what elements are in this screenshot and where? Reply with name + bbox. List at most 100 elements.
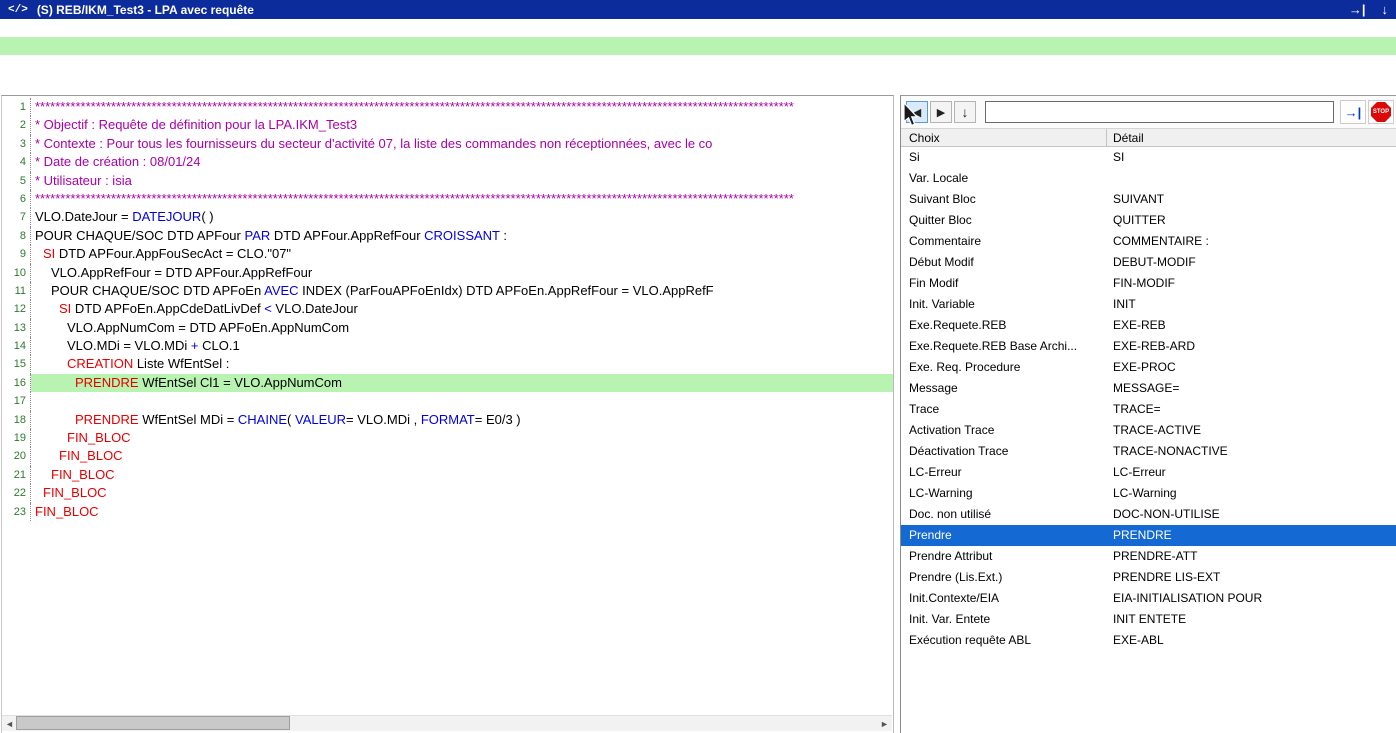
choice-detail: TRACE= bbox=[1107, 399, 1396, 420]
code-line[interactable]: 14VLO.MDi = VLO.MDi + CLO.1 bbox=[2, 337, 893, 355]
code-line[interactable]: 4* Date de création : 08/01/24 bbox=[2, 153, 893, 171]
code-line[interactable]: 6***************************************… bbox=[2, 190, 893, 208]
choice-row[interactable]: Init.Contexte/EIAEIA-INITIALISATION POUR bbox=[901, 588, 1396, 609]
line-number: 8 bbox=[2, 227, 31, 245]
choice-label: Trace bbox=[901, 399, 1107, 420]
column-header-choix[interactable]: Choix bbox=[901, 129, 1107, 146]
choice-row[interactable]: Suivant BlocSUIVANT bbox=[901, 189, 1396, 210]
code-line-text: * Objectif : Requête de définition pour … bbox=[31, 116, 893, 134]
code-line[interactable]: 19FIN_BLOC bbox=[2, 429, 893, 447]
next-button[interactable]: ▶ bbox=[930, 101, 952, 123]
choice-row[interactable]: Var. Locale bbox=[901, 168, 1396, 189]
choice-row-selected[interactable]: PrendrePRENDRE bbox=[901, 525, 1396, 546]
stop-button[interactable]: STOP bbox=[1368, 100, 1394, 124]
choice-row[interactable]: Exe.Requete.REB Base Archi...EXE-REB-ARD bbox=[901, 336, 1396, 357]
code-line[interactable]: 10VLO.AppRefFour = DTD APFour.AppRefFour bbox=[2, 264, 893, 282]
line-number: 2 bbox=[2, 116, 31, 134]
code-line[interactable]: 12SI DTD APFoEn.AppCdeDatLivDef < VLO.Da… bbox=[2, 300, 893, 318]
code-lines: 1***************************************… bbox=[2, 96, 893, 716]
choice-row[interactable]: Déactivation TraceTRACE-NONACTIVE bbox=[901, 441, 1396, 462]
line-number: 3 bbox=[2, 135, 31, 153]
statement-edit-line[interactable]: PRENDRE WfEntSel Cl1 = VLO.AppNumCom bbox=[0, 19, 1396, 37]
code-line[interactable]: 11POUR CHAQUE/SOC DTD APFoEn AVEC INDEX … bbox=[2, 282, 893, 300]
code-line[interactable]: 17 bbox=[2, 392, 893, 410]
title-bar: </> (S) REB/IKM_Test3 - LPA avec requête… bbox=[0, 0, 1396, 19]
choice-label: LC-Warning bbox=[901, 483, 1107, 504]
choice-row[interactable]: MessageMESSAGE= bbox=[901, 378, 1396, 399]
code-line-text: FIN_BLOC bbox=[31, 503, 893, 521]
choice-label: Init. Variable bbox=[901, 294, 1107, 315]
choice-label: Déactivation Trace bbox=[901, 441, 1107, 462]
code-line[interactable]: 18PRENDRE WfEntSel MDi = CHAINE( VALEUR=… bbox=[2, 411, 893, 429]
choice-detail: LC-Erreur bbox=[1107, 462, 1396, 483]
titlebar-buttons: →| ↓ bbox=[1349, 2, 1388, 17]
line-number: 13 bbox=[2, 319, 31, 337]
search-input[interactable] bbox=[985, 101, 1334, 123]
choice-label: Var. Locale bbox=[901, 168, 1107, 189]
choice-detail: DEBUT-MODIF bbox=[1107, 252, 1396, 273]
code-line[interactable]: 20FIN_BLOC bbox=[2, 447, 893, 465]
choice-label: Init. Var. Entete bbox=[901, 609, 1107, 630]
code-line-text: PRENDRE WfEntSel MDi = CHAINE( VALEUR= V… bbox=[31, 411, 893, 429]
choice-row[interactable]: Quitter BlocQUITTER bbox=[901, 210, 1396, 231]
code-line[interactable]: 3* Contexte : Pour tous les fournisseurs… bbox=[2, 135, 893, 153]
code-line[interactable]: 9SI DTD APFour.AppFouSecAct = CLO."07" bbox=[2, 245, 893, 263]
code-line[interactable]: 21FIN_BLOC bbox=[2, 466, 893, 484]
code-line[interactable]: 1***************************************… bbox=[2, 98, 893, 116]
choice-row[interactable]: CommentaireCOMMENTAIRE : bbox=[901, 231, 1396, 252]
scrollbar-thumb[interactable] bbox=[16, 716, 290, 730]
code-line[interactable]: 23FIN_BLOC bbox=[2, 503, 893, 521]
code-line-text: VLO.AppRefFour = DTD APFour.AppRefFour bbox=[31, 264, 893, 282]
choice-row[interactable]: Doc. non utiliséDOC-NON-UTILISE bbox=[901, 504, 1396, 525]
choice-detail: MESSAGE= bbox=[1107, 378, 1396, 399]
code-line[interactable]: 5* Utilisateur : isia bbox=[2, 172, 893, 190]
code-line[interactable]: 16PRENDRE WfEntSel Cl1 = VLO.AppNumCom bbox=[2, 374, 893, 392]
choice-row[interactable]: SiSI bbox=[901, 147, 1396, 168]
choice-row[interactable]: Activation TraceTRACE-ACTIVE bbox=[901, 420, 1396, 441]
choice-detail: EXE-PROC bbox=[1107, 357, 1396, 378]
scroll-right-button[interactable]: ► bbox=[877, 716, 892, 731]
download-down-icon[interactable]: ↓ bbox=[1382, 2, 1389, 17]
code-line[interactable]: 22FIN_BLOC bbox=[2, 484, 893, 502]
choice-row[interactable]: Init. VariableINIT bbox=[901, 294, 1396, 315]
code-line-text bbox=[31, 392, 893, 410]
choice-label: Prendre bbox=[901, 525, 1107, 546]
code-line[interactable]: 15CREATION Liste WfEntSel : bbox=[2, 355, 893, 373]
code-line-text: CREATION Liste WfEntSel : bbox=[31, 355, 893, 373]
choice-detail: PRENDRE bbox=[1107, 525, 1396, 546]
choice-row[interactable]: TraceTRACE= bbox=[901, 399, 1396, 420]
choice-detail bbox=[1107, 168, 1396, 189]
choice-detail: COMMENTAIRE : bbox=[1107, 231, 1396, 252]
code-line-text: * Utilisateur : isia bbox=[31, 172, 893, 190]
choice-row[interactable]: Exe. Req. ProcedureEXE-PROC bbox=[901, 357, 1396, 378]
choice-row[interactable]: Prendre (Lis.Ext.)PRENDRE LIS-EXT bbox=[901, 567, 1396, 588]
horizontal-scrollbar[interactable]: ◄ ► bbox=[2, 715, 892, 731]
insert-down-button[interactable]: ↓ bbox=[954, 101, 976, 123]
code-line-text: VLO.MDi = VLO.MDi + CLO.1 bbox=[31, 337, 893, 355]
choice-row[interactable]: Init. Var. EnteteINIT ENTETE bbox=[901, 609, 1396, 630]
choice-detail: LC-Warning bbox=[1107, 483, 1396, 504]
code-line[interactable]: 13VLO.AppNumCom = DTD APFoEn.AppNumCom bbox=[2, 319, 893, 337]
code-line[interactable]: 8POUR CHAQUE/SOC DTD APFour PAR DTD APFo… bbox=[2, 227, 893, 245]
choice-row[interactable]: Début ModifDEBUT-MODIF bbox=[901, 252, 1396, 273]
line-number: 19 bbox=[2, 429, 31, 447]
choice-toolbar: ◀ ▶ ↓ →| STOP bbox=[901, 96, 1396, 128]
line-number: 14 bbox=[2, 337, 31, 355]
choice-row[interactable]: Prendre AttributPRENDRE-ATT bbox=[901, 546, 1396, 567]
choice-label: Quitter Bloc bbox=[901, 210, 1107, 231]
choice-row[interactable]: LC-WarningLC-Warning bbox=[901, 483, 1396, 504]
choice-row[interactable]: Exécution requête ABLEXE-ABL bbox=[901, 630, 1396, 651]
line-number: 15 bbox=[2, 355, 31, 373]
prev-button[interactable]: ◀ bbox=[906, 101, 928, 123]
code-line[interactable]: 2* Objectif : Requête de définition pour… bbox=[2, 116, 893, 134]
code-line[interactable]: 7VLO.DateJour = DATEJOUR( ) bbox=[2, 208, 893, 226]
line-number: 16 bbox=[2, 374, 31, 392]
scroll-left-button[interactable]: ◄ bbox=[2, 716, 17, 731]
dock-right-icon[interactable]: →| bbox=[1349, 2, 1366, 17]
choice-row[interactable]: LC-ErreurLC-Erreur bbox=[901, 462, 1396, 483]
choice-row[interactable]: Exe.Requete.REBEXE-REB bbox=[901, 315, 1396, 336]
choice-detail: SI bbox=[1107, 147, 1396, 168]
column-header-detail[interactable]: Détail bbox=[1107, 129, 1396, 146]
choice-row[interactable]: Fin ModifFIN-MODIF bbox=[901, 273, 1396, 294]
go-button[interactable]: →| bbox=[1340, 100, 1366, 124]
